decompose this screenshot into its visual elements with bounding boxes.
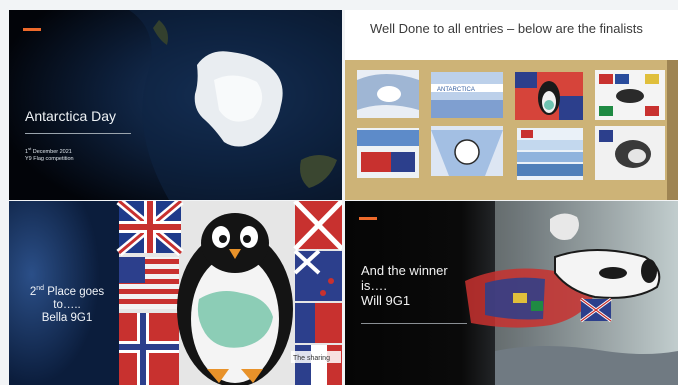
slide-antarctica-day[interactable]: Antarctica Day 1st December 2021 Y9 Flag… bbox=[9, 10, 342, 200]
svg-text:The sharing: The sharing bbox=[293, 355, 330, 362]
title-divider bbox=[361, 323, 467, 324]
entry-7 bbox=[517, 128, 583, 180]
slide-second-place[interactable]: The sharing 2nd Place goes to….. Bella 9… bbox=[9, 201, 342, 385]
title-divider bbox=[25, 133, 131, 134]
finalist-entries-photo: ANTARCTICA bbox=[345, 60, 678, 200]
entry-8 bbox=[595, 126, 665, 180]
slide-winner[interactable]: And the winner is…. Will 9G1 bbox=[345, 201, 678, 385]
slide-finalists[interactable]: Well Done to all entries – below are the… bbox=[345, 10, 678, 200]
slide-title: Well Done to all entries – below are the… bbox=[370, 21, 643, 36]
slide-subtitle: Y9 Flag competition bbox=[25, 156, 74, 162]
entry-6 bbox=[431, 126, 503, 176]
svg-text:ANTARCTICA: ANTARCTICA bbox=[437, 87, 475, 93]
entry-2: ANTARCTICA bbox=[431, 72, 503, 118]
slide-grid: Antarctica Day 1st December 2021 Y9 Flag… bbox=[0, 0, 678, 385]
entry-1 bbox=[357, 70, 419, 118]
entry-5 bbox=[357, 128, 419, 178]
winner-caption: And the winner is…. Will 9G1 bbox=[361, 263, 448, 308]
second-place-caption: 2nd Place goes to….. Bella 9G1 bbox=[29, 285, 105, 324]
accent-bar bbox=[359, 217, 377, 220]
entry-4 bbox=[595, 70, 665, 120]
accent-bar bbox=[23, 28, 41, 31]
antarctica-globe-image bbox=[9, 10, 342, 200]
slide-title: Antarctica Day bbox=[25, 108, 117, 124]
entry-3 bbox=[515, 72, 583, 120]
